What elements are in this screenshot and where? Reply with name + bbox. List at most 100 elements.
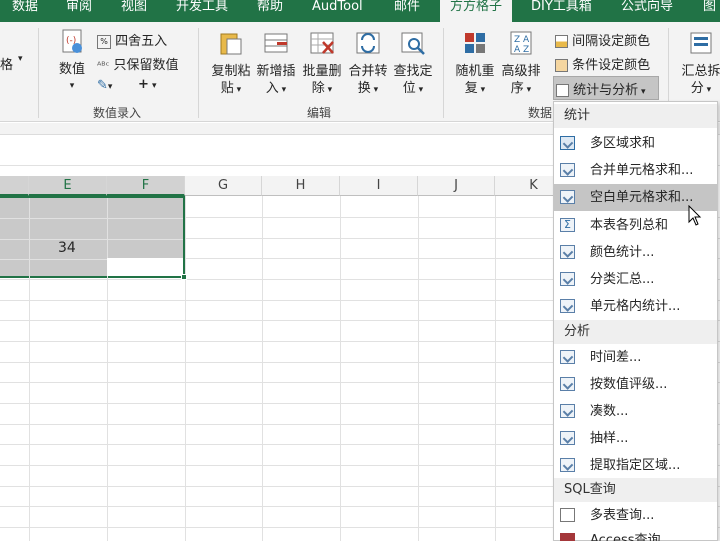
tab-view[interactable]: 视图 xyxy=(121,0,147,22)
summarize-split-button[interactable]: 汇总拆 分 ▾ xyxy=(676,30,720,99)
interval-color-label: 间隔设定颜色 xyxy=(572,34,651,49)
find-locate-button[interactable]: 查找定 位 ▾ xyxy=(390,30,436,99)
tab-data[interactable]: 数据 xyxy=(12,0,38,22)
check-icon xyxy=(560,245,575,259)
check-icon xyxy=(560,272,575,286)
find-locate-label-2: 位 xyxy=(402,81,416,96)
column-header-h[interactable]: H xyxy=(262,176,340,196)
check-icon xyxy=(560,404,575,418)
merge-convert-label: 合并转 xyxy=(348,64,388,79)
group-label-numeric: 数值录入 xyxy=(93,106,142,120)
multi-area-icon xyxy=(560,136,575,150)
tab-review[interactable]: 审阅 xyxy=(66,0,92,22)
menu-item-multi-area-sum[interactable]: 多区域求和 xyxy=(554,130,717,157)
svg-text:A Z: A Z xyxy=(514,45,529,55)
find-icon xyxy=(401,32,425,55)
column-header-g[interactable]: G xyxy=(185,176,262,196)
group-label-data: 数据 xyxy=(528,106,553,120)
menu-item-extract-area[interactable]: 提取指定区域... xyxy=(554,452,717,479)
tab-chart[interactable]: 图 xyxy=(703,0,716,22)
tab-audtool[interactable]: AudTool xyxy=(312,0,363,22)
menu-item-label: 多表查询... xyxy=(590,508,655,523)
tab-diy-toolbox[interactable]: DIY工具箱 xyxy=(531,0,592,22)
sort-az-icon: Z AA Z xyxy=(510,31,532,55)
round-label: 四舍五入 xyxy=(115,34,168,49)
find-locate-label: 查找定 xyxy=(393,64,433,79)
plus-icon: + xyxy=(138,77,149,92)
tab-formula-wizard[interactable]: 公式向导 xyxy=(621,0,673,22)
insert-label: 新增插 xyxy=(256,64,296,79)
menu-item-label: 合并单元格求和... xyxy=(590,163,694,178)
summarize-icon xyxy=(690,32,712,54)
random-icon xyxy=(465,33,485,53)
column-header-f[interactable]: F xyxy=(107,176,185,196)
menu-item-sampling[interactable]: 抽样... xyxy=(554,425,717,452)
col-line xyxy=(29,198,30,278)
abc-icon: ᴬᴮᶜ xyxy=(97,61,110,72)
dropdown-arrow-icon: ▾ xyxy=(638,87,646,97)
menu-item-multi-table-query[interactable]: 多表查询... xyxy=(554,502,717,529)
col-line xyxy=(418,196,419,541)
value-label: 数值 xyxy=(58,62,85,77)
cond-color-icon xyxy=(555,59,568,72)
menu-item-label: 颜色统计... xyxy=(590,245,655,260)
menu-item-time-diff[interactable]: 时间差... xyxy=(554,344,717,371)
menu-item-merged-cell-sum[interactable]: 合并单元格求和... xyxy=(554,157,717,184)
menu-item-label: 本表各列总和 xyxy=(590,218,669,233)
advanced-sort-label-2: 序 xyxy=(510,81,524,96)
insert-rows-icon xyxy=(264,33,288,53)
column-header-i[interactable]: I xyxy=(340,176,418,196)
column-header-j[interactable]: J xyxy=(418,176,495,196)
menu-item-make-up-number[interactable]: 凑数... xyxy=(554,398,717,425)
keep-value-button[interactable]: ᴬᴮᶜ 只保留数值 xyxy=(97,54,179,73)
column-header-d[interactable] xyxy=(0,176,29,196)
svg-text:Z A: Z A xyxy=(514,35,530,45)
merge-convert-button[interactable]: 合并转 换 ▾ xyxy=(345,30,391,99)
value-button[interactable]: (-) 数值 ▾ xyxy=(55,28,89,95)
advanced-sort-button[interactable]: Z AA Z 高级排 序 ▾ xyxy=(498,30,544,99)
tab-fangfang[interactable]: 方方格子 xyxy=(440,0,513,22)
menu-item-in-cell-stats[interactable]: 单元格内统计... xyxy=(554,293,717,320)
fill-handle[interactable] xyxy=(181,274,187,280)
dropdown-arrow-icon: ▾ xyxy=(703,85,712,95)
ribbon-tab-bar: 数据 审阅 视图 开发工具 帮助 AudTool 邮件 方方格子 DIY工具箱 … xyxy=(0,0,720,22)
check-icon xyxy=(560,431,575,445)
menu-item-label: 单元格内统计... xyxy=(590,299,681,314)
menu-item-access-query[interactable]: Access查询 xyxy=(554,527,717,541)
value-icon: (-) xyxy=(62,29,82,53)
menu-item-label: Access查询 xyxy=(590,533,661,541)
ribbon-left-cut[interactable]: 格 xyxy=(0,54,13,73)
plus-button[interactable]: + ▾ xyxy=(138,77,157,92)
stats-analysis-menu: 统计 多区域求和 合并单元格求和... 空白单元格求和... Σ 本表各列总和 … xyxy=(553,101,718,541)
check-icon xyxy=(560,350,575,364)
menu-item-grade-by-value[interactable]: 按数值评级... xyxy=(554,371,717,398)
dropdown-arrow-icon: ▾ xyxy=(233,85,242,95)
tab-mail[interactable]: 邮件 xyxy=(394,0,420,22)
dropdown-arrow-icon: ▾ xyxy=(69,81,75,91)
menu-item-color-stats[interactable]: 颜色统计... xyxy=(554,239,717,266)
cond-color-button[interactable]: 条件设定颜色 xyxy=(555,54,650,73)
menu-item-subtotal[interactable]: 分类汇总... xyxy=(554,266,717,293)
round-button[interactable]: % 四舍五入 xyxy=(97,30,167,49)
access-icon xyxy=(560,533,575,541)
tab-developer[interactable]: 开发工具 xyxy=(176,0,228,22)
mouse-cursor-icon xyxy=(688,205,702,226)
edit-icon: ✎ xyxy=(97,78,108,93)
group-separator xyxy=(443,28,444,118)
stats-icon xyxy=(556,84,569,97)
insert-button[interactable]: 新增插 入 ▾ xyxy=(253,30,299,99)
copy-paste-button[interactable]: 复制粘 贴 ▾ xyxy=(208,30,254,99)
col-line xyxy=(185,196,186,541)
menu-item-label: 多区域求和 xyxy=(590,136,656,151)
batch-delete-button[interactable]: 批量删 除 ▾ xyxy=(299,30,345,99)
column-header-e[interactable]: E xyxy=(29,176,107,196)
col-line xyxy=(495,196,496,541)
group-label-edit: 编辑 xyxy=(307,106,332,120)
active-cell[interactable] xyxy=(107,258,183,276)
interval-color-button[interactable]: 间隔设定颜色 xyxy=(555,30,650,49)
stats-analysis-button[interactable]: 统计与分析 ▾ xyxy=(553,76,659,100)
tab-help[interactable]: 帮助 xyxy=(257,0,283,22)
col-line xyxy=(262,196,263,541)
format-brush-button[interactable]: ✎▾ xyxy=(97,78,112,93)
random-repeat-button[interactable]: 随机重 复 ▾ xyxy=(452,30,498,99)
